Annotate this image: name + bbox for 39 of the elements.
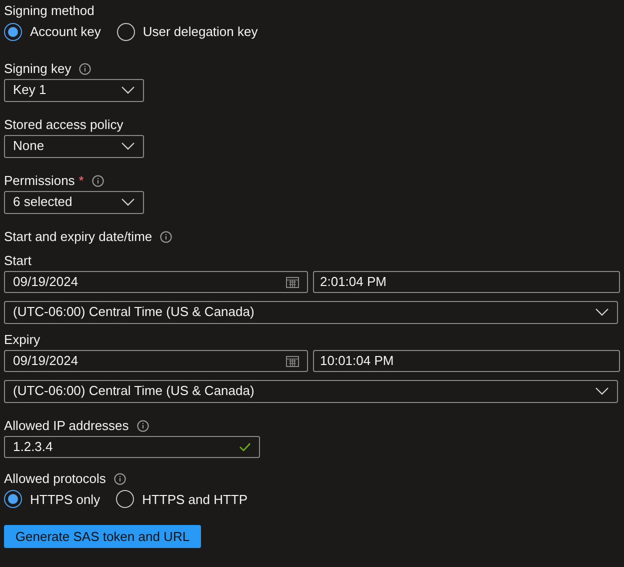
field-label: Expiry [4, 330, 40, 349]
field-label: Allowed IP addresses [4, 416, 129, 435]
info-icon [114, 472, 126, 484]
chevron-down-icon [595, 308, 609, 316]
field-label: Stored access policy [4, 116, 124, 134]
field-label: Signing method [4, 2, 94, 20]
radio-button[interactable] [4, 490, 22, 508]
calendar-icon [286, 354, 299, 366]
field-label: Start and expiry date/time [4, 228, 152, 246]
field-label: Start [4, 252, 32, 270]
dropdown[interactable]: 6 selected [4, 190, 144, 214]
chevron-down-icon [121, 142, 135, 150]
dropdown[interactable]: None [4, 134, 144, 158]
date-field[interactable]: 09/19/2024 [4, 270, 308, 292]
chevron-down-icon [595, 387, 609, 395]
info-icon [136, 420, 149, 432]
ip-address-field[interactable]: 1.2.3.4 [4, 436, 260, 458]
radio-button[interactable] [4, 22, 22, 41]
dropdown[interactable]: (UTC-06:00) Central Time (US & Canada) [4, 300, 618, 324]
field-label: Allowed protocols [4, 470, 106, 488]
field-label: Signing key [4, 60, 72, 78]
info-icon [160, 230, 172, 242]
radio-button[interactable] [116, 490, 134, 508]
dropdown[interactable]: Key 1 [4, 78, 144, 102]
radio-option[interactable]: Account key [4, 22, 101, 42]
calendar-icon [286, 276, 299, 288]
chevron-down-icon [121, 86, 135, 94]
time-field[interactable]: 10:01:04 PM [313, 350, 620, 372]
radio-option[interactable]: HTTPS only [4, 490, 100, 509]
date-field[interactable]: 09/19/2024 [4, 350, 308, 372]
time-field[interactable]: 2:01:04 PM [313, 270, 620, 292]
generate-button[interactable]: Generate SAS token and URL [4, 525, 201, 548]
chevron-down-icon [121, 198, 135, 206]
field-label: Permissions [4, 172, 75, 190]
radio-button[interactable] [116, 22, 135, 41]
required-asterisk: * [78, 172, 84, 190]
radio-option[interactable]: HTTPS and HTTP [116, 490, 248, 509]
dropdown[interactable]: (UTC-06:00) Central Time (US & Canada) [4, 380, 618, 402]
radio-option[interactable]: User delegation key [116, 22, 258, 42]
